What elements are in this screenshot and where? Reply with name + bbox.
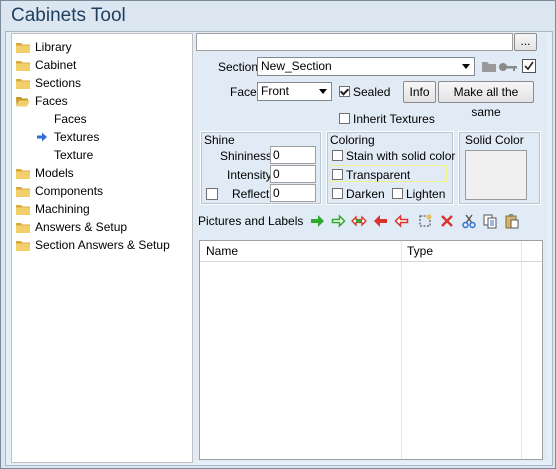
cabinets-tool-window: Cabinets Tool Library Cabinet Sections Face… [0,0,556,469]
tree-item-label: Faces [35,94,68,108]
coloring-title: Coloring [330,133,375,147]
key-icon[interactable] [498,61,518,75]
grid-header: Name Type [200,241,542,262]
stain-checkbox[interactable] [332,150,343,161]
transparent-checkbox[interactable] [332,169,343,180]
folder-icon [16,240,30,251]
reflect-label: Reflect: [232,187,273,201]
lighten-checkbox[interactable] [392,188,403,199]
tree-item-label: Library [35,40,72,54]
face-select[interactable]: Front [257,82,332,101]
cut-icon[interactable] [461,213,477,229]
pictures-grid[interactable]: Name Type [199,240,543,460]
folder-icon [16,168,30,179]
section-lock-checkbox[interactable] [522,59,536,73]
arrow-right-outline-icon[interactable] [330,213,346,229]
paste-icon[interactable] [504,213,520,229]
make-all-same-button[interactable]: Make all the same [438,81,534,119]
face-value: Front [261,84,290,98]
tree-item-cabinet[interactable]: Cabinet [16,56,76,74]
tree-item-label: Cabinet [35,58,77,72]
tree-item-label: Models [35,166,74,180]
column-header-name[interactable]: Name [206,244,238,258]
section-label: Section: [218,60,262,74]
tree-item-library[interactable]: Library [16,38,72,56]
reflect-input[interactable]: 0 [270,184,316,202]
window-title: Cabinets Tool [11,5,126,26]
shininess-label: Shininess: [220,149,276,163]
section-select[interactable]: New_Section [257,57,475,76]
arrow-left-solid-icon[interactable] [373,213,389,229]
tree-item-label: Sections [35,76,82,90]
tree-item-faces[interactable]: Faces [16,92,68,110]
select-rect-icon[interactable] [417,213,433,229]
sealed-label: Sealed [353,85,391,99]
stain-label: Stain with solid color [346,149,456,163]
column-separator [401,241,402,459]
solid-color-swatch[interactable] [465,150,527,200]
intensity-input[interactable]: 0 [270,165,316,183]
folder-icon [16,60,30,71]
folder-icon [16,222,30,233]
tree-item-sections[interactable]: Sections [16,74,81,92]
section-value: New_Section [261,59,332,73]
column-separator [521,241,522,459]
folder-icon [16,186,30,197]
darken-label: Darken [346,187,385,201]
folder-open-icon [16,96,30,107]
tree-item-label: Answers & Setup [35,220,128,234]
chevron-down-icon [462,64,470,69]
tree-item-label: Components [35,184,104,198]
arrow-left-right-icon[interactable] [351,213,367,229]
folder-icon [16,78,30,89]
sealed-checkbox[interactable] [339,86,350,97]
arrow-right-solid-icon[interactable] [309,213,325,229]
folder-icon[interactable] [481,59,497,76]
tree-item-label: Section Answers & Setup [35,238,170,252]
inherit-textures-label: Inherit Textures [353,112,435,126]
chevron-down-icon [319,89,327,94]
folder-icon [16,204,30,215]
browse-button[interactable]: ... [514,33,537,51]
navigation-tree[interactable]: Library Cabinet Sections Faces Faces Textures… [11,33,193,463]
delete-icon[interactable] [439,213,455,229]
tree-item-texture[interactable]: Texture [36,146,93,164]
path-input[interactable] [196,33,513,51]
title-bar: Cabinets Tool [1,1,555,31]
tree-item-faces[interactable]: Faces [36,110,87,128]
tree-item-label: Texture [54,148,94,162]
folder-icon [16,42,30,53]
column-header-type[interactable]: Type [407,244,433,258]
copy-icon[interactable] [482,213,498,229]
shine-title: Shine [204,133,235,147]
client-area: Library Cabinet Sections Faces Faces Textures… [5,31,553,466]
darken-checkbox[interactable] [332,188,343,199]
info-button[interactable]: Info [403,81,436,103]
reflect-checkbox[interactable] [206,188,218,200]
tree-item-answers-setup[interactable]: Answers & Setup [16,218,127,236]
inherit-textures-checkbox[interactable] [339,113,350,124]
tree-item-components[interactable]: Components [16,182,103,200]
transparent-label: Transparent [346,168,411,182]
tree-item-label: Machining [35,202,90,216]
arrow-left-outline-icon[interactable] [394,213,410,229]
face-label: Face: [230,85,261,99]
tree-item-label: Textures [54,130,100,144]
properties-panel: ... Section: New_Section Face: Front Sea… [194,33,547,461]
pictures-title: Pictures and Labels [198,214,304,228]
tree-item-label: Faces [54,112,87,126]
tree-item-models[interactable]: Models [16,164,74,182]
tree-item-section-answers-setup[interactable]: Section Answers & Setup [16,236,170,254]
solid-color-title: Solid Color [465,133,524,147]
selected-arrow-icon [36,132,48,142]
pictures-toolbar: Pictures and Labels [196,208,545,235]
shininess-input[interactable]: 0 [270,146,316,164]
lighten-label: Lighten [406,187,446,201]
tree-item-machining[interactable]: Machining [16,200,90,218]
intensity-label: Intensity: [227,168,276,182]
tree-item-textures[interactable]: Textures [36,128,99,146]
